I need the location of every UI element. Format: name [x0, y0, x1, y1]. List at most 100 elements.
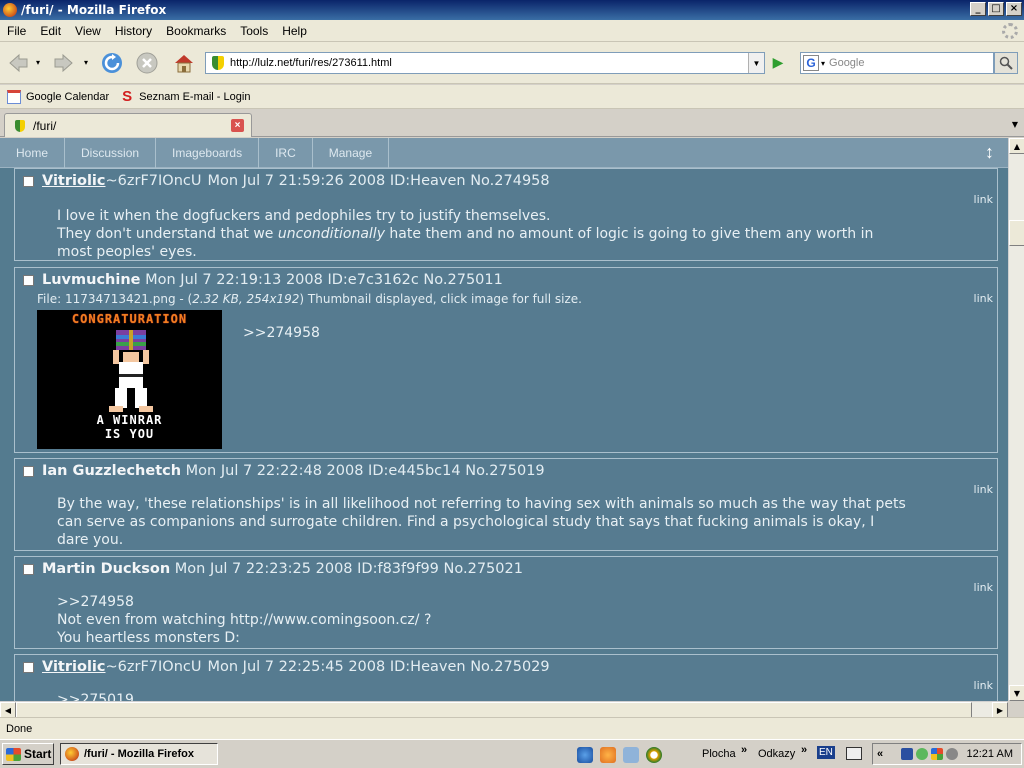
seznam-logo-icon: S — [122, 87, 133, 105]
toolbar-odkazy[interactable]: Odkazy — [758, 748, 795, 760]
url-history-dropdown-icon[interactable]: ▼ — [748, 53, 764, 73]
post-number[interactable]: No.275019 — [465, 463, 544, 479]
messenger-icon[interactable] — [600, 747, 616, 763]
caption-line: IS YOU — [104, 427, 155, 441]
nav-imageboards[interactable]: Imageboards — [156, 138, 260, 168]
forward-dropdown-icon[interactable]: ▾ — [84, 58, 88, 67]
horizontal-scrollbar[interactable]: ◀ ▶ — [0, 701, 1008, 718]
close-tab-icon[interactable]: × — [231, 119, 244, 132]
stop-icon[interactable] — [135, 51, 159, 75]
window-title-bar: /furi/ - Mozilla Firefox _ □ × — [0, 0, 1024, 20]
reply-reference-link[interactable]: >>274958 — [243, 324, 1008, 342]
post-number[interactable]: No.275021 — [444, 561, 523, 577]
scroll-up-arrow-icon[interactable]: ▲ — [1009, 138, 1024, 154]
resize-arrows-icon[interactable]: ↕ — [985, 142, 994, 163]
scroll-down-arrow-icon[interactable]: ▼ — [1009, 685, 1024, 701]
post-line: I love it when the dogfuckers and pedoph… — [57, 208, 551, 224]
back-arrow-icon[interactable] — [6, 51, 30, 75]
windows-tray-icon[interactable] — [930, 748, 943, 760]
post-checkbox[interactable] — [23, 274, 34, 286]
start-button[interactable]: Start — [2, 743, 54, 765]
post-number[interactable]: No.275011 — [423, 272, 502, 288]
window-title: /furi/ - Mozilla Firefox — [21, 3, 167, 17]
poster-name[interactable]: Vitriolic — [42, 659, 106, 675]
post-body: I love it when the dogfuckers and pedoph… — [57, 207, 957, 261]
reload-icon[interactable] — [100, 51, 124, 75]
post-link[interactable]: link — [974, 679, 993, 692]
windows-taskbar: Start /furi/ - Mozilla Firefox Plocha » … — [0, 739, 1024, 768]
tray-expand-chevron[interactable]: « — [877, 748, 883, 760]
system-clock[interactable]: 12:21 AM — [967, 748, 1013, 760]
internet-explorer-icon[interactable] — [577, 747, 593, 763]
toolbar-expand-chevron[interactable]: » — [741, 744, 747, 756]
tab-furi[interactable]: /furi/ × — [4, 113, 252, 137]
nav-manage[interactable]: Manage — [313, 138, 390, 168]
post-link[interactable]: link — [974, 193, 993, 206]
bookmark-seznam-email[interactable]: S Seznam E-mail - Login — [120, 87, 250, 105]
network-tray-icon[interactable] — [915, 748, 928, 760]
menu-history[interactable]: History — [108, 24, 159, 38]
vertical-scrollbar[interactable]: ▲ ▼ — [1008, 138, 1024, 701]
list-all-tabs-icon[interactable]: ▼ — [1008, 116, 1022, 132]
scroll-left-arrow-icon[interactable]: ◀ — [0, 702, 16, 718]
menu-file[interactable]: File — [0, 24, 33, 38]
reply-reference-link[interactable]: >>275019 — [57, 691, 957, 701]
post-link[interactable]: link — [974, 581, 993, 594]
post-number[interactable]: No.274958 — [470, 173, 549, 189]
file-separator: - ( — [175, 292, 193, 306]
post-checkbox[interactable] — [23, 661, 34, 673]
maximize-button[interactable]: □ — [988, 2, 1004, 16]
site-identity-icon[interactable] — [212, 56, 224, 70]
post-link[interactable]: link — [974, 292, 993, 305]
poster-name[interactable]: Vitriolic — [42, 173, 106, 189]
show-desktop-icon[interactable] — [623, 747, 639, 763]
url-text[interactable]: http://lulz.net/furi/res/273611.html — [230, 57, 392, 69]
menu-tools[interactable]: Tools — [233, 24, 275, 38]
menu-view[interactable]: View — [68, 24, 108, 38]
post-link[interactable]: link — [974, 483, 993, 496]
bookmark-google-calendar[interactable]: Google Calendar — [7, 89, 109, 104]
winrar-karate-figure-icon — [109, 330, 153, 412]
post-number[interactable]: No.275029 — [470, 659, 549, 675]
home-icon[interactable] — [172, 51, 196, 75]
post-date: Mon Jul 7 22:19:13 2008 — [145, 272, 323, 288]
post-id: ID:Heaven — [389, 173, 466, 189]
shield-tray-icon[interactable] — [900, 748, 913, 760]
menu-edit[interactable]: Edit — [33, 24, 68, 38]
language-indicator[interactable]: EN — [817, 746, 835, 759]
engine-dropdown-icon[interactable]: ▾ — [821, 59, 825, 68]
vertical-scroll-thumb[interactable] — [1009, 220, 1024, 246]
menu-help[interactable]: Help — [275, 24, 314, 38]
post-checkbox[interactable] — [23, 563, 34, 575]
taskbar-item-firefox[interactable]: /furi/ - Mozilla Firefox — [60, 743, 218, 765]
search-button[interactable] — [994, 52, 1018, 74]
nav-irc[interactable]: IRC — [259, 138, 313, 168]
media-player-icon[interactable] — [646, 747, 662, 763]
forward-arrow-icon[interactable] — [52, 51, 76, 75]
close-button[interactable]: × — [1006, 2, 1022, 16]
search-box[interactable]: G ▾ Google — [800, 52, 994, 74]
menu-bar: File Edit View History Bookmarks Tools H… — [0, 20, 1024, 42]
minimize-button[interactable]: _ — [970, 2, 986, 16]
scroll-right-arrow-icon[interactable]: ▶ — [992, 702, 1008, 718]
reply-reference-link[interactable]: >>274958 — [57, 593, 957, 611]
google-engine-icon[interactable]: G — [803, 55, 819, 71]
file-name-link[interactable]: 11734713421.png — [65, 292, 176, 306]
task-label: /furi/ - Mozilla Firefox — [84, 748, 195, 760]
search-input[interactable]: Google — [829, 57, 864, 69]
horizontal-scroll-thumb[interactable] — [16, 702, 972, 718]
post-checkbox[interactable] — [23, 175, 34, 187]
menu-bookmarks[interactable]: Bookmarks — [159, 24, 233, 38]
toolbar-plocha[interactable]: Plocha — [702, 748, 736, 760]
nav-home[interactable]: Home — [0, 138, 66, 168]
toolbar-expand-chevron[interactable]: » — [801, 744, 807, 756]
keyboard-icon[interactable] — [846, 747, 862, 760]
throbber-icon — [1002, 23, 1018, 39]
post-checkbox[interactable] — [23, 465, 34, 477]
url-bar[interactable]: http://lulz.net/furi/res/273611.html ▼ — [205, 52, 765, 74]
post-thumbnail-image[interactable]: CONGRATURATION A WINRAR IS YOU — [37, 310, 222, 449]
volume-tray-icon[interactable] — [945, 748, 958, 760]
go-arrow-icon[interactable]: ▶ — [768, 54, 788, 72]
nav-discussion[interactable]: Discussion — [65, 138, 157, 168]
back-dropdown-icon[interactable]: ▾ — [36, 58, 40, 67]
